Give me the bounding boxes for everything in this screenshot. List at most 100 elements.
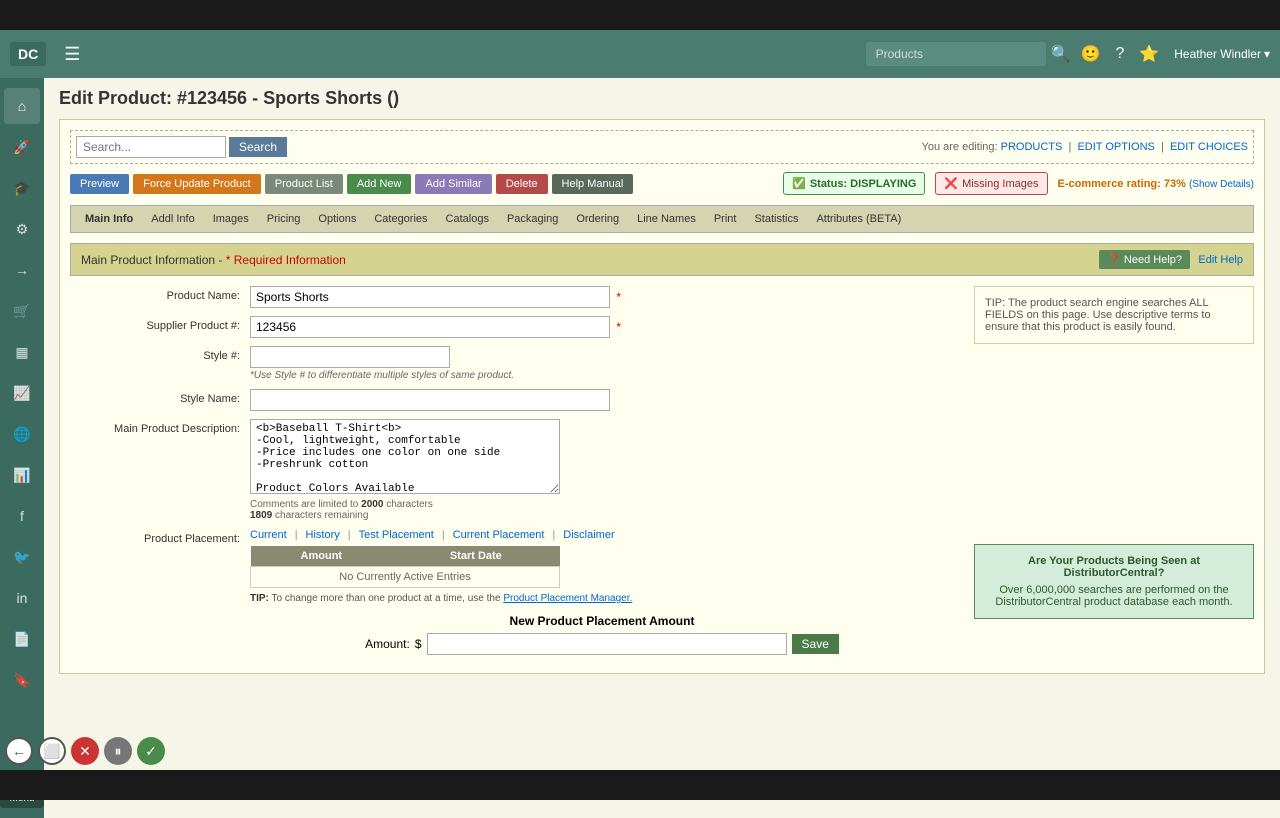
char-count: Comments are limited to 2000 characters … — [250, 499, 954, 521]
start-date-header: Start Date — [392, 546, 559, 567]
add-new-button[interactable]: Add New — [347, 174, 412, 194]
sidebar-item-home[interactable]: ⌂ — [4, 88, 40, 124]
test-placement-link[interactable]: Test Placement — [359, 529, 434, 541]
tab-categories[interactable]: Categories — [366, 210, 435, 228]
style-row: Style #: *Use Style # to differentiate m… — [70, 346, 954, 381]
save-placement-button[interactable]: Save — [792, 634, 839, 654]
right-panel: TIP: The product search engine searches … — [974, 286, 1254, 663]
delete-button[interactable]: Delete — [496, 174, 548, 194]
supplier-product-input[interactable] — [250, 316, 610, 338]
force-update-button[interactable]: Force Update Product — [133, 174, 261, 194]
search-input[interactable] — [76, 136, 226, 158]
bottom-bar — [0, 770, 1280, 800]
tip-box: TIP: The product search engine searches … — [974, 286, 1254, 344]
new-placement: New Product Placement Amount Amount: $ S… — [250, 614, 954, 655]
tab-main-info[interactable]: Main Info — [77, 210, 141, 228]
amount-input[interactable] — [427, 633, 787, 655]
user-menu[interactable]: Heather Windler ▾ — [1174, 47, 1270, 61]
supplier-product-field: * — [250, 316, 954, 338]
current-placement-link[interactable]: Current Placement — [453, 529, 545, 541]
menu-toggle[interactable]: ☰ — [56, 40, 88, 69]
search-button[interactable]: Search — [229, 137, 287, 157]
products-link[interactable]: PRODUCTS — [1001, 141, 1063, 153]
edit-choices-link[interactable]: EDIT CHOICES — [1170, 141, 1248, 153]
sidebar-item-globe[interactable]: 🌐 — [4, 416, 40, 452]
sidebar-item-facebook[interactable]: f — [4, 498, 40, 534]
promo-box: Are Your Products Being Seen at Distribu… — [974, 544, 1254, 619]
layout: ⌂ 🚀 🎓 ⚙ → 🛒 ▦ 📈 🌐 📊 f 🐦 in 📄 🔖 Hide Menu… — [0, 78, 1280, 818]
placement-manager-link[interactable]: Product Placement Manager. — [503, 593, 632, 604]
tab-addl-info[interactable]: Addl Info — [143, 210, 202, 228]
need-help-button[interactable]: ❓ Need Help? — [1099, 250, 1190, 269]
tab-catalogs[interactable]: Catalogs — [438, 210, 497, 228]
edit-options-link[interactable]: EDIT OPTIONS — [1077, 141, 1154, 153]
confirm-icon[interactable]: ✓ — [137, 737, 165, 765]
emoji-icon[interactable]: 🙂 — [1081, 44, 1101, 64]
status-displaying: ✅ Status: DISPLAYING — [783, 172, 925, 195]
section-help-area: ❓ Need Help? Edit Help — [1099, 250, 1243, 269]
top-bar — [0, 0, 1280, 30]
close-icon[interactable]: ✕ — [71, 737, 99, 765]
editing-info: You are editing: PRODUCTS | EDIT OPTIONS… — [922, 141, 1248, 153]
status-missing-images[interactable]: ❌ Missing Images — [935, 172, 1047, 195]
tab-packaging[interactable]: Packaging — [499, 210, 566, 228]
placement-label: Product Placement: — [70, 529, 250, 545]
window-icon[interactable]: ⬜ — [38, 737, 66, 765]
tab-line-names[interactable]: Line Names — [629, 210, 704, 228]
main-content: Edit Product: #123456 - Sports Shorts ()… — [44, 78, 1280, 818]
sidebar-item-chart[interactable]: 📈 — [4, 375, 40, 411]
sidebar-item-linkedin[interactable]: in — [4, 580, 40, 616]
description-label: Main Product Description: — [70, 419, 250, 435]
search-icon[interactable]: 🔍 — [1051, 44, 1071, 64]
sidebar-item-layer[interactable]: 📄 — [4, 621, 40, 657]
product-list-button[interactable]: Product List — [265, 174, 343, 194]
add-similar-button[interactable]: Add Similar — [415, 174, 491, 194]
tab-attributes[interactable]: Attributes (BETA) — [808, 210, 909, 228]
style-input[interactable] — [250, 346, 450, 368]
disclaimer-link[interactable]: Disclaimer — [563, 529, 614, 541]
tab-print[interactable]: Print — [706, 210, 745, 228]
sidebar-item-gear[interactable]: ⚙ — [4, 211, 40, 247]
product-name-label: Product Name: — [70, 286, 250, 302]
product-name-row: Product Name: * — [70, 286, 954, 308]
placement-tip: TIP: To change more than one product at … — [250, 593, 954, 604]
tab-options[interactable]: Options — [310, 210, 364, 228]
pause-icon[interactable]: ⏸ — [104, 737, 132, 765]
app-logo: DC — [10, 42, 46, 66]
ecommerce-rating: E-commerce rating: 73% (Show Details) — [1058, 178, 1255, 190]
description-textarea[interactable]: <b>Baseball T-Shirt<b> -Cool, lightweigh… — [250, 419, 560, 494]
tab-statistics[interactable]: Statistics — [746, 210, 806, 228]
help-manual-button[interactable]: Help Manual — [552, 174, 634, 194]
tab-navigation: Main Info Addl Info Images Pricing Optio… — [70, 205, 1254, 233]
sidebar-item-grid[interactable]: ▦ — [4, 334, 40, 370]
back-icon[interactable]: ← — [5, 737, 33, 765]
sidebar-item-grad[interactable]: 🎓 — [4, 170, 40, 206]
product-name-field: * — [250, 286, 954, 308]
form-fields: Product Name: * Supplier Product #: * — [70, 286, 954, 663]
tab-images[interactable]: Images — [205, 210, 257, 228]
preview-button[interactable]: Preview — [70, 174, 129, 194]
top-search-input[interactable] — [866, 42, 1046, 66]
tab-ordering[interactable]: Ordering — [568, 210, 627, 228]
placement-table: Amount Start Date No Currently Active En… — [250, 546, 560, 588]
product-name-input[interactable] — [250, 286, 610, 308]
description-field: <b>Baseball T-Shirt<b> -Cool, lightweigh… — [250, 419, 954, 521]
current-link[interactable]: Current — [250, 529, 287, 541]
description-row: Main Product Description: <b>Baseball T-… — [70, 419, 954, 521]
tab-pricing[interactable]: Pricing — [259, 210, 309, 228]
show-details-link[interactable]: (Show Details) — [1189, 179, 1254, 190]
help-icon[interactable]: ? — [1115, 45, 1124, 63]
sidebar-item-bar-chart[interactable]: 📊 — [4, 457, 40, 493]
placement-field: Current | History | Test Placement | Cur… — [250, 529, 954, 655]
sidebar-item-cart[interactable]: 🛒 — [4, 293, 40, 329]
sidebar-item-bookmark[interactable]: 🔖 — [4, 662, 40, 698]
amount-header: Amount — [251, 546, 393, 567]
style-name-input[interactable] — [250, 389, 610, 411]
history-link[interactable]: History — [306, 529, 340, 541]
star-icon[interactable]: ⭐ — [1139, 44, 1159, 64]
edit-help-link[interactable]: Edit Help — [1198, 254, 1243, 266]
sidebar-item-arrow[interactable]: → — [4, 252, 40, 288]
page-title: Edit Product: #123456 - Sports Shorts () — [59, 88, 1265, 109]
sidebar-item-twitter[interactable]: 🐦 — [4, 539, 40, 575]
sidebar-item-rocket[interactable]: 🚀 — [4, 129, 40, 165]
